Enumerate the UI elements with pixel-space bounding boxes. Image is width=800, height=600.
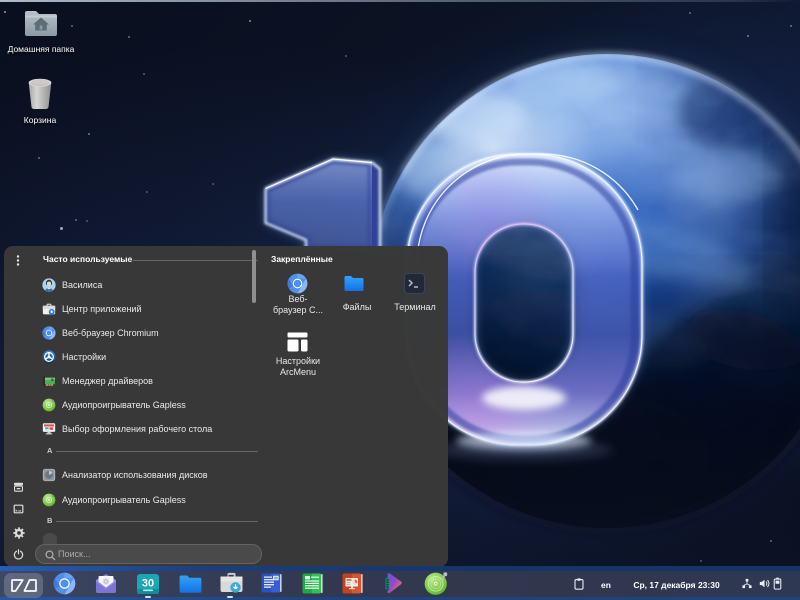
- svg-text:30: 30: [142, 578, 154, 590]
